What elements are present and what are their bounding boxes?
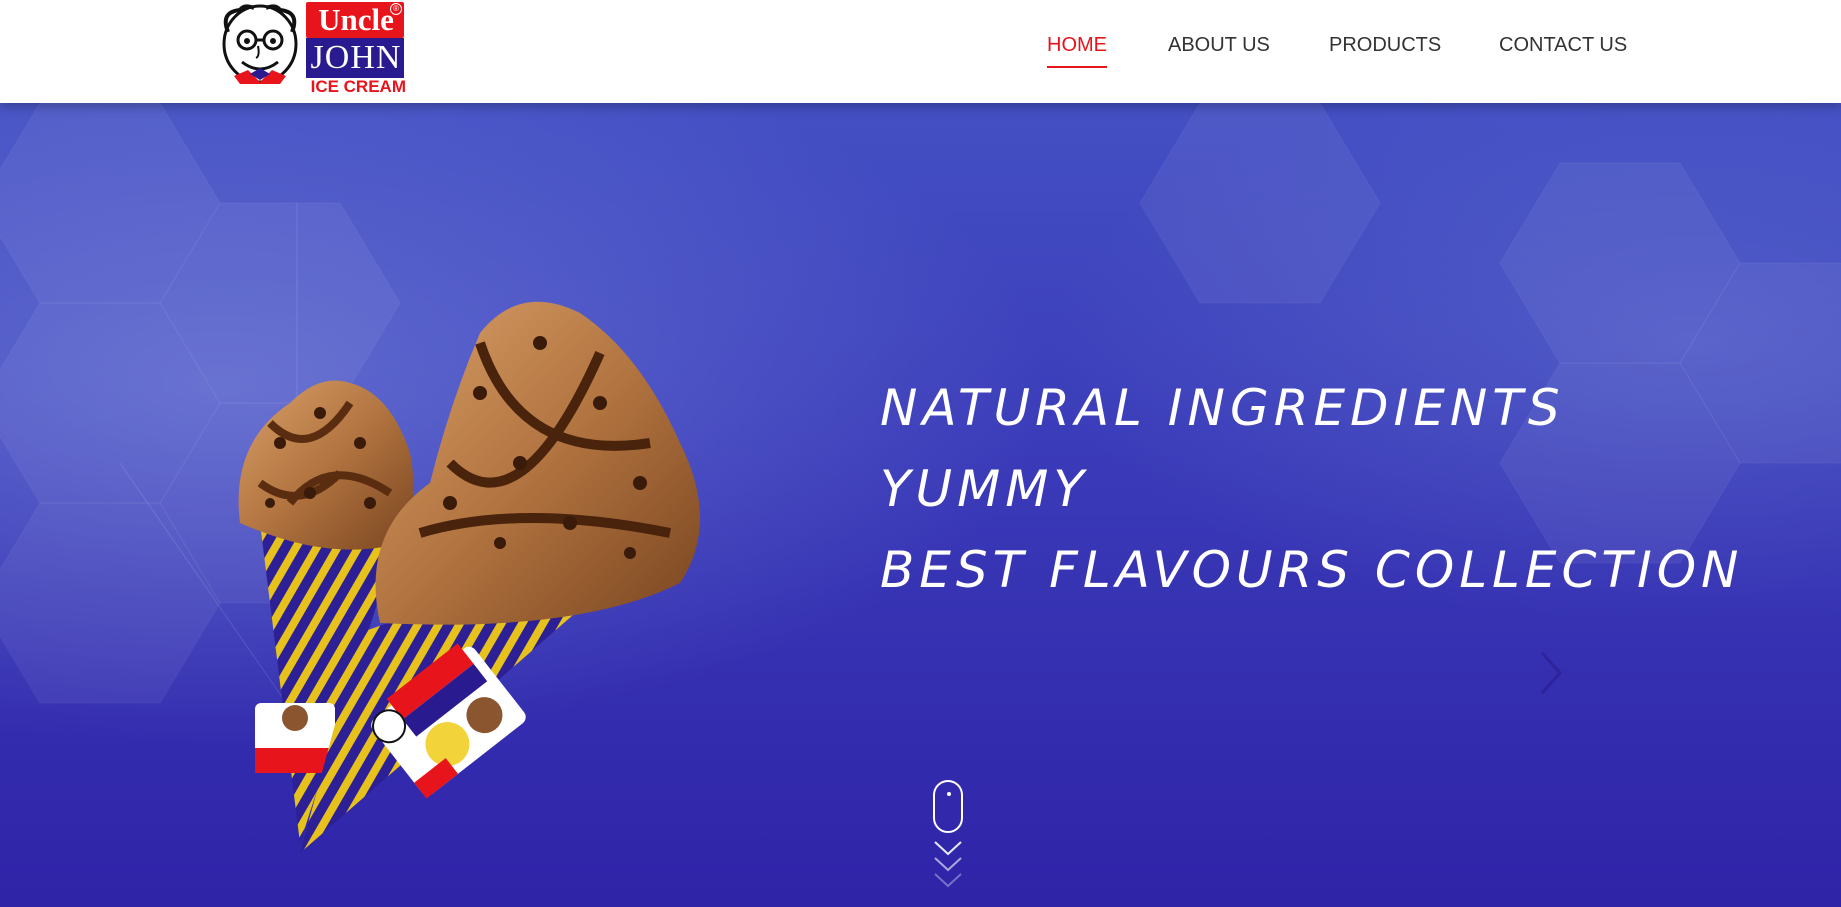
hero-caption: NATURAL INGREDIENTS YUMMY BEST FLAVOURS … <box>880 368 1780 611</box>
chevron-down-icon <box>934 841 962 888</box>
nav-item-contact-us[interactable]: CONTACT US <box>1499 32 1627 68</box>
ice-cream-cones-image <box>238 301 700 853</box>
nav-item-home[interactable]: HOME <box>1047 32 1107 68</box>
main-nav: HOME ABOUT US PRODUCTS CONTACT US <box>0 0 1841 103</box>
nav-item-products[interactable]: PRODUCTS <box>1329 32 1441 68</box>
hero-slider: NATURAL INGREDIENTS YUMMY BEST FLAVOURS … <box>0 103 1841 907</box>
hero-line-best-flavours: BEST FLAVOURS COLLECTION <box>880 541 1744 599</box>
chevron-right-icon[interactable] <box>1536 643 1566 703</box>
hero-line-natural-ingredients: NATURAL INGREDIENTS <box>880 379 1565 437</box>
nav-item-about-us[interactable]: ABOUT US <box>1168 32 1270 68</box>
mouse-scroll-icon <box>933 780 963 833</box>
hero-line-yummy: YUMMY <box>880 460 1089 518</box>
site-header: Uncle ® JOHN ICE CREAM HOME ABOUT US PRO… <box>0 0 1841 103</box>
mouse-wheel-dot <box>947 792 951 796</box>
scroll-down-indicator[interactable] <box>933 780 963 900</box>
